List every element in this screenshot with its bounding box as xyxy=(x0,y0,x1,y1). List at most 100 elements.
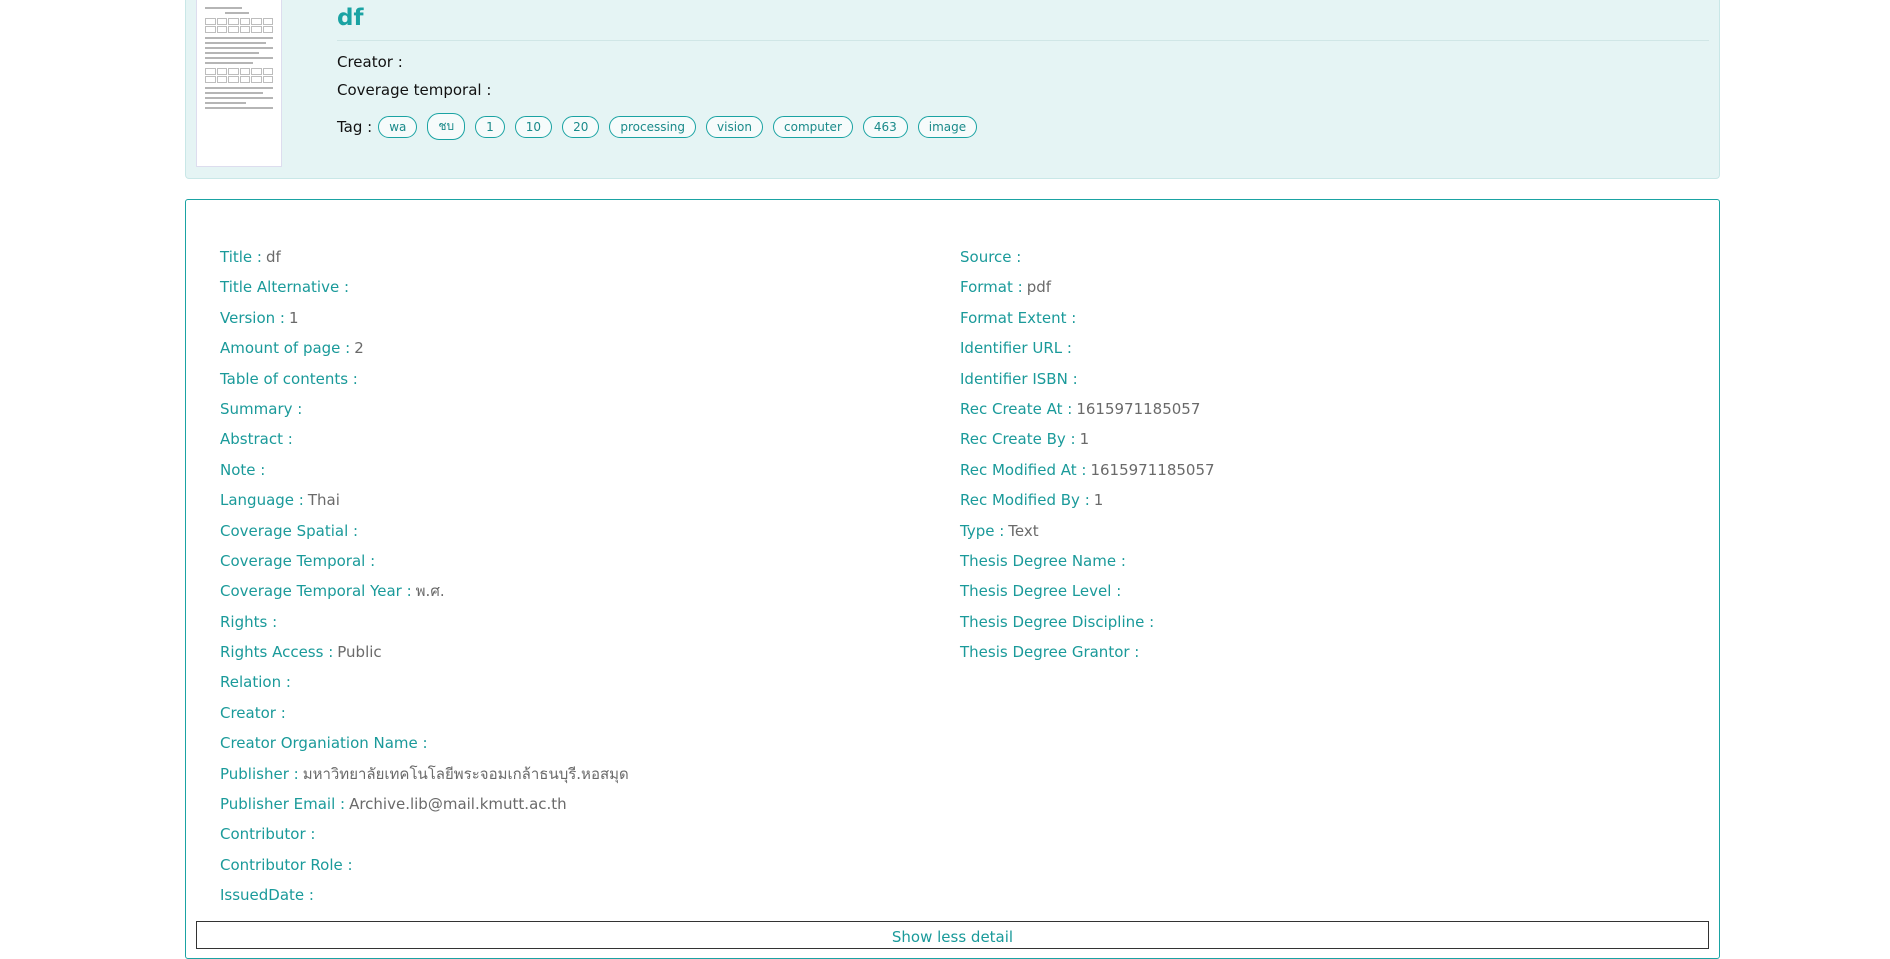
document-thumbnail[interactable] xyxy=(196,0,282,167)
field-label: Contributor : xyxy=(220,825,316,844)
field-value: 2 xyxy=(354,339,364,358)
creator-label: Creator : xyxy=(337,53,403,71)
field-label: Abstract : xyxy=(220,430,293,449)
field-label: Format Extent : xyxy=(960,308,1077,327)
field-label: Coverage Temporal Year : xyxy=(220,582,412,601)
field-label: Version : xyxy=(220,308,285,327)
field-value: 1615971185057 xyxy=(1090,460,1215,479)
field-label: Summary : xyxy=(220,399,303,418)
metadata-row: Note : xyxy=(220,455,629,485)
metadata-row: Abstract : xyxy=(220,424,629,454)
metadata-row: Coverage Temporal Year : พ.ศ. xyxy=(220,576,629,606)
tag-chip[interactable]: computer xyxy=(773,115,853,138)
metadata-detail-card: Title : df Title Alternative : Version :1… xyxy=(185,199,1720,959)
metadata-row: Rights Access : Public xyxy=(220,637,629,667)
page-container: df Creator : Coverage temporal : Tag : w… xyxy=(185,0,1720,959)
field-label: Coverage Spatial : xyxy=(220,521,359,540)
metadata-row: Format : pdf xyxy=(960,272,1215,302)
tag-chip[interactable]: 10 xyxy=(514,115,553,138)
metadata-row: Coverage Spatial : xyxy=(220,516,629,546)
field-label: Format : xyxy=(960,278,1023,297)
metadata-row: Rec Create By :1 xyxy=(960,424,1215,454)
tag-chip[interactable]: 1 xyxy=(475,115,505,138)
field-label: Creator Organiation Name : xyxy=(220,734,428,753)
metadata-row: Title : df xyxy=(220,242,629,272)
metadata-row: Contributor : xyxy=(220,819,629,849)
field-label: Creator : xyxy=(220,703,286,722)
metadata-row: IssuedDate : xyxy=(220,880,629,910)
metadata-row: Creator Organiation Name : xyxy=(220,728,629,758)
coverage-temporal-label: Coverage temporal : xyxy=(337,81,492,99)
field-label: Thesis Degree Discipline : xyxy=(960,612,1155,631)
field-value: pdf xyxy=(1026,278,1052,297)
field-label: Source : xyxy=(960,248,1022,266)
field-label: Publisher Email : xyxy=(220,795,346,814)
field-label: Type : xyxy=(960,521,1005,540)
tag-chip[interactable]: vision xyxy=(706,115,763,138)
metadata-row: Coverage Temporal : xyxy=(220,546,629,576)
metadata-row: Format Extent : xyxy=(960,303,1215,333)
field-label: Amount of page : xyxy=(220,339,351,358)
field-value: 1 xyxy=(288,308,299,327)
field-label: IssuedDate : xyxy=(220,886,314,905)
field-label: Note : xyxy=(220,460,266,479)
field-label: Relation : xyxy=(220,673,291,692)
metadata-column-right: Source : Format : pdf Format Extent : Ide… xyxy=(960,242,1215,667)
metadata-row: Summary : xyxy=(220,394,629,424)
field-value: Thai xyxy=(307,491,340,510)
metadata-row: Language : Thai xyxy=(220,485,629,515)
metadata-row: Rec Modified At :1615971185057 xyxy=(960,455,1215,485)
metadata-row: Publisher : มหาวิทยาลัยเทคโนโลยีพระจอมเกล… xyxy=(220,759,629,789)
tag-chip[interactable]: image xyxy=(917,115,978,138)
field-value: df xyxy=(265,248,281,266)
tag-chip[interactable]: ชบ xyxy=(427,113,466,140)
metadata-row: Identifier URL : xyxy=(960,333,1215,363)
metadata-row: Thesis Degree Grantor : xyxy=(960,637,1215,667)
field-label: Publisher : xyxy=(220,764,299,783)
field-value: มหาวิทยาลัยเทคโนโลยีพระจอมเกล้าธนบุรี.หอ… xyxy=(302,764,629,783)
field-label: Rights : xyxy=(220,612,278,631)
field-value: พ.ศ. xyxy=(415,582,445,601)
field-label: Rec Modified By : xyxy=(960,491,1090,510)
field-label: Thesis Degree Grantor : xyxy=(960,643,1140,662)
metadata-row: Identifier ISBN : xyxy=(960,364,1215,394)
field-label: Table of contents : xyxy=(220,369,358,388)
metadata-row: Publisher Email : Archive.lib@mail.kmutt.… xyxy=(220,789,629,819)
field-label: Identifier URL : xyxy=(960,339,1072,358)
field-label: Rec Modified At : xyxy=(960,460,1087,479)
metadata-row: Thesis Degree Level : xyxy=(960,576,1215,606)
tag-chip[interactable]: processing xyxy=(609,115,697,138)
metadata-row: Rec Modified By :1 xyxy=(960,485,1215,515)
metadata-row: Relation : xyxy=(220,667,629,697)
field-value: Public xyxy=(337,643,382,662)
field-label: Title : xyxy=(220,248,262,266)
field-label: Title Alternative : xyxy=(220,278,350,297)
metadata-row: Type : Text xyxy=(960,516,1215,546)
metadata-row: Rec Create At :1615971185057 xyxy=(960,394,1215,424)
metadata-row: Contributor Role : xyxy=(220,850,629,880)
metadata-row: Creator : xyxy=(220,698,629,728)
field-label: Rights Access : xyxy=(220,643,334,662)
tag-chip[interactable]: 463 xyxy=(862,115,908,138)
metadata-column-left: Title : df Title Alternative : Version :1… xyxy=(220,242,629,911)
metadata-row: Title Alternative : xyxy=(220,272,629,302)
field-label: Identifier ISBN : xyxy=(960,369,1078,388)
field-label: Contributor Role : xyxy=(220,855,353,874)
metadata-row: Thesis Degree Discipline : xyxy=(960,607,1215,637)
show-less-detail-button[interactable]: Show less detail xyxy=(196,921,1709,949)
tag-chip[interactable]: wa xyxy=(378,115,418,138)
metadata-row: Amount of page :2 xyxy=(220,333,629,363)
field-label: Rec Create At : xyxy=(960,399,1073,418)
tag-chip[interactable]: 20 xyxy=(562,115,600,138)
tag-label: Tag : xyxy=(337,117,373,136)
field-value: Text xyxy=(1008,521,1039,540)
tag-row: Tag : wa ชบ 1 10 20 processing vision co… xyxy=(337,113,1709,140)
metadata-row: Source : xyxy=(960,242,1215,272)
field-label: Thesis Degree Level : xyxy=(960,582,1122,601)
field-label: Thesis Degree Name : xyxy=(960,551,1126,570)
document-summary-info: df Creator : Coverage temporal : Tag : w… xyxy=(337,0,1709,140)
field-value: 1 xyxy=(1093,491,1104,510)
document-title: df xyxy=(337,0,1709,41)
metadata-row: Thesis Degree Name : xyxy=(960,546,1215,576)
metadata-row: Table of contents : xyxy=(220,364,629,394)
